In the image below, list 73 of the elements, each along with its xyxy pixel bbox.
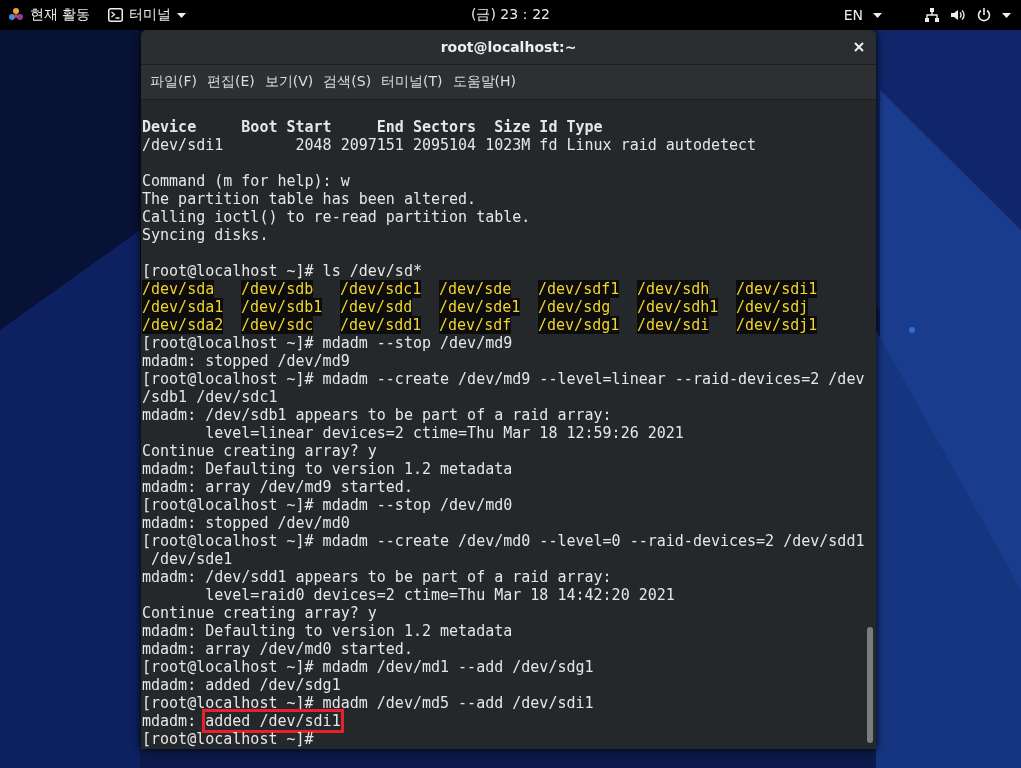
- device-file: /dev/sdb1: [241, 298, 323, 316]
- device-file: /dev/sdg1: [538, 316, 620, 334]
- terminal-line: The partition table has been altered.: [142, 190, 478, 208]
- terminal-line: mdadm: Defaulting to version 1.2 metadata: [142, 460, 514, 478]
- device-file: /dev/sdi: [637, 316, 710, 334]
- menu-item[interactable]: 보기(V): [259, 69, 319, 95]
- terminal-line: mdadm: Defaulting to version 1.2 metadata: [142, 622, 514, 640]
- terminal-line: /dev/sdi1 2048 2097151 2095104 1023M fd Linux raid autodetect: [142, 136, 758, 154]
- menu-item[interactable]: 파일(F): [145, 69, 202, 95]
- terminal-line: /sdb1 /dev/sdc1: [142, 388, 279, 406]
- terminal-line: [root@localhost ~]#: [142, 730, 315, 748]
- terminal-line: level=raid0 devices=2 ctime=Thu Mar 18 14:42:20 2021: [204, 586, 676, 604]
- clock[interactable]: (금) 23：22: [471, 6, 550, 24]
- terminal-line: [root@localhost ~]# mdadm /dev/md5 --add /dev/sdi1: [142, 694, 595, 712]
- terminal-line: [root@localhost ~]# mdadm /dev/md1 --add /dev/sdg1: [142, 658, 595, 676]
- terminal-line: mdadm: stopped /dev/md0: [142, 514, 351, 532]
- caret-icon: [873, 12, 882, 18]
- terminal-line: Device Boot Start End Sectors Size Id Type: [142, 118, 604, 136]
- device-file: /dev/sdf: [439, 316, 512, 334]
- activities-button[interactable]: 현재 활동: [30, 6, 91, 24]
- terminal-line: mdadm: /dev/sdd1 appears to be part of a raid array:: [142, 568, 613, 586]
- terminal-line: mdadm: added /dev/sdg1: [142, 676, 342, 694]
- device-file: /dev/sda: [142, 280, 215, 298]
- device-file: /dev/sdg: [538, 298, 611, 316]
- menu-item[interactable]: 검색(S): [318, 69, 377, 95]
- device-file: /dev/sdc: [241, 316, 314, 334]
- device-file: /dev/sdj: [736, 298, 809, 316]
- terminal-icon: [108, 8, 124, 22]
- activities-icon: [8, 7, 24, 23]
- device-file: /dev/sdh: [637, 280, 710, 298]
- terminal-line: Calling ioctl() to re-read partition table.: [142, 208, 532, 226]
- language-indicator[interactable]: EN: [843, 7, 863, 23]
- terminal-line: [root@localhost ~]# mdadm --stop /dev/md0: [142, 496, 514, 514]
- terminal-line: mdadm: array /dev/md9 started.: [142, 478, 414, 496]
- scrollbar-thumb[interactable]: [867, 627, 873, 743]
- device-file: /dev/sdc1: [340, 280, 422, 298]
- device-file: /dev/sdi1: [736, 280, 818, 298]
- highlighted-text: added /dev/sdi1: [205, 712, 341, 730]
- menu-item[interactable]: 편집(E): [202, 69, 260, 95]
- terminal-line: Command (m for help): w: [142, 172, 351, 190]
- terminal-line: [root@localhost ~]# mdadm --create /dev/md9 --level=linear --raid-devices=2 /dev: [142, 370, 866, 388]
- app-menu[interactable]: 터미널: [129, 6, 172, 24]
- device-file: /dev/sda1: [142, 298, 224, 316]
- terminal-line: Continue creating array? y: [142, 604, 378, 622]
- terminal-line: Syncing disks.: [142, 226, 270, 244]
- terminal-line: /dev/sde1: [150, 550, 234, 568]
- terminal-line: Continue creating array? y: [142, 442, 378, 460]
- terminal-text: mdadm:: [142, 712, 198, 730]
- caret-icon: [177, 12, 187, 18]
- terminal-line: mdadm: array /dev/md0 started.: [142, 640, 414, 658]
- device-file: /dev/sdb: [241, 280, 314, 298]
- close-icon: [854, 42, 864, 52]
- device-file: /dev/sda2: [142, 316, 224, 334]
- device-file: /dev/sdj1: [736, 316, 818, 334]
- window-title: root@localhost:~: [440, 39, 577, 55]
- device-file: /dev/sdd: [340, 298, 413, 316]
- terminal-line: [root@localhost ~]# ls /dev/sd*: [142, 262, 423, 280]
- terminal-line: mdadm: stopped /dev/md9: [142, 352, 351, 370]
- terminal-line: level=linear devices=2 ctime=Thu Mar 18 12:59:26 2021: [204, 424, 685, 442]
- network-icon[interactable]: [924, 7, 940, 23]
- device-file: /dev/sdd1: [340, 316, 422, 334]
- caret-icon: [1002, 12, 1011, 18]
- terminal-line: [root@localhost ~]# mdadm --stop /dev/md9: [142, 334, 514, 352]
- device-file: /dev/sdh1: [637, 298, 719, 316]
- terminal-line: [root@localhost ~]# mdadm --create /dev/md0 --level=0 --raid-devices=2 /dev/sdd1: [142, 532, 866, 550]
- terminal-line: mdadm: /dev/sdb1 appears to be part of a raid array:: [142, 406, 613, 424]
- device-file: /dev/sdf1: [538, 280, 620, 298]
- device-file: /dev/sde: [439, 280, 512, 298]
- volume-icon[interactable]: [950, 7, 966, 23]
- device-file: /dev/sde1: [439, 298, 521, 316]
- menu-item[interactable]: 터미널(T): [376, 69, 448, 95]
- power-icon[interactable]: [976, 7, 992, 23]
- menu-item[interactable]: 도움말(H): [447, 69, 522, 95]
